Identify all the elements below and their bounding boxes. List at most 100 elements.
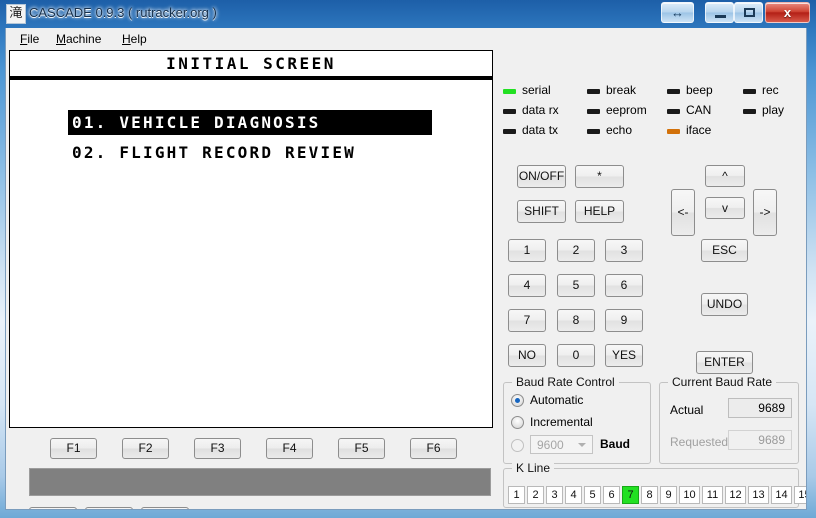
- led-label-can: CAN: [686, 103, 712, 117]
- key-star[interactable]: *: [575, 165, 624, 188]
- nav-left-button[interactable]: <-: [671, 189, 695, 236]
- grab-keyboard-checkbox[interactable]: Grab Keyboard: [287, 509, 386, 510]
- nav-up-button[interactable]: ^: [705, 165, 745, 187]
- k-line-title: K Line: [512, 461, 555, 475]
- key-shift[interactable]: SHIFT: [517, 200, 566, 223]
- key-4[interactable]: 4: [508, 274, 546, 297]
- kline-channel-1[interactable]: 1: [508, 486, 525, 504]
- chevron-down-icon: [578, 443, 586, 447]
- current-baud-rate-group: Current Baud Rate Actual 9689 Requested …: [659, 375, 799, 464]
- radio-automatic[interactable]: [511, 394, 524, 407]
- key-no[interactable]: NO: [508, 344, 546, 367]
- baud-rate-select[interactable]: 9600: [530, 435, 593, 454]
- led-label-eeprom: eeprom: [606, 103, 647, 117]
- fkey-f6[interactable]: F6: [410, 438, 457, 459]
- kline-channel-10[interactable]: 10: [679, 486, 700, 504]
- kline-channel-2[interactable]: 2: [527, 486, 544, 504]
- kline-channel-7[interactable]: 7: [622, 486, 639, 504]
- actual-baud-value: 9689: [728, 398, 792, 418]
- key-0[interactable]: 0: [557, 344, 595, 367]
- baud-rate-control-group: Baud Rate Control Automatic Incremental …: [503, 375, 651, 464]
- led-break: [587, 89, 600, 94]
- maximize-window-button[interactable]: [734, 2, 763, 23]
- grab-keyboard-label: Grab Keyboard: [305, 509, 386, 510]
- key-6[interactable]: 6: [605, 274, 643, 297]
- stop-button[interactable]: STOP: [141, 507, 189, 509]
- display-title-bar: INITIAL SCREEN: [10, 51, 492, 80]
- fkey-f3[interactable]: F3: [194, 438, 241, 459]
- kline-channel-6[interactable]: 6: [603, 486, 620, 504]
- key-5[interactable]: 5: [557, 274, 595, 297]
- led-label-play: play: [762, 103, 785, 117]
- led-data-rx: [503, 109, 516, 114]
- key-onoff[interactable]: ON/OFF: [517, 165, 566, 188]
- lcd-display-panel: INITIAL SCREEN 01. VEHICLE DIAGNOSIS 02.…: [9, 50, 493, 428]
- kline-channel-15[interactable]: 15: [794, 486, 806, 504]
- nav-right-button[interactable]: ->: [753, 189, 777, 236]
- kline-channel-4[interactable]: 4: [565, 486, 582, 504]
- led-can: [667, 109, 680, 114]
- play-button[interactable]: PLAY: [85, 507, 133, 509]
- progress-bar: [29, 468, 491, 496]
- nav-down-button[interactable]: v: [705, 197, 745, 219]
- kline-channel-14[interactable]: 14: [771, 486, 792, 504]
- undo-button[interactable]: UNDO: [701, 293, 748, 316]
- led-play: [743, 109, 756, 114]
- kline-channel-3[interactable]: 3: [546, 486, 563, 504]
- baud-rate-select-value: 9600: [537, 438, 564, 452]
- kline-channel-12[interactable]: 12: [725, 486, 746, 504]
- control-panel: serial data rx data tx break eeprom echo…: [495, 50, 806, 509]
- led-label-serial: serial: [522, 83, 551, 97]
- radio-incremental[interactable]: [511, 416, 524, 429]
- enter-button[interactable]: ENTER: [696, 351, 753, 374]
- key-8[interactable]: 8: [557, 309, 595, 332]
- baud-unit-label: Baud: [600, 437, 630, 451]
- checkbox-box: [287, 509, 300, 510]
- fkey-f2[interactable]: F2: [122, 438, 169, 459]
- menu-help[interactable]: Help: [116, 31, 153, 47]
- led-label-rec: rec: [762, 83, 779, 97]
- kline-channel-9[interactable]: 9: [660, 486, 677, 504]
- led-echo: [587, 129, 600, 134]
- rec-button[interactable]: REC: [29, 507, 77, 509]
- close-icon: x: [783, 5, 792, 20]
- led-label-iface: iface: [686, 123, 712, 137]
- key-yes[interactable]: YES: [605, 344, 643, 367]
- restore-window-button[interactable]: ↔: [661, 2, 694, 23]
- key-1[interactable]: 1: [508, 239, 546, 262]
- key-2[interactable]: 2: [557, 239, 595, 262]
- baud-rate-control-title: Baud Rate Control: [512, 375, 619, 389]
- led-beep: [667, 89, 680, 94]
- led-label-break: break: [606, 83, 637, 97]
- maximize-icon: [744, 8, 755, 17]
- requested-baud-value: 9689: [728, 430, 792, 450]
- led-label-data-tx: data tx: [522, 123, 559, 137]
- close-window-button[interactable]: x: [765, 2, 810, 23]
- fkey-f5[interactable]: F5: [338, 438, 385, 459]
- kline-channel-13[interactable]: 13: [748, 486, 769, 504]
- key-7[interactable]: 7: [508, 309, 546, 332]
- kline-channel-11[interactable]: 11: [702, 486, 723, 504]
- esc-button[interactable]: ESC: [701, 239, 748, 262]
- menu-machine[interactable]: Machine: [50, 31, 107, 47]
- title-bar: 滝 CASCADE 0.9.3 ( rutracker.org ) ↔ x: [0, 0, 816, 28]
- display-menu-item-2[interactable]: 02. FLIGHT RECORD REVIEW: [68, 140, 356, 165]
- kline-channel-8[interactable]: 8: [641, 486, 658, 504]
- key-9[interactable]: 9: [605, 309, 643, 332]
- window-title: CASCADE 0.9.3 ( rutracker.org ): [29, 5, 217, 20]
- display-title: INITIAL SCREEN: [166, 54, 336, 73]
- fkey-f1[interactable]: F1: [50, 438, 97, 459]
- key-3[interactable]: 3: [605, 239, 643, 262]
- display-menu-item-1[interactable]: 01. VEHICLE DIAGNOSIS: [68, 110, 432, 135]
- key-help[interactable]: HELP: [575, 200, 624, 223]
- radio-automatic-label: Automatic: [530, 393, 584, 407]
- led-label-data-rx: data rx: [522, 103, 559, 117]
- radio-manual[interactable]: [511, 439, 524, 452]
- minimize-window-button[interactable]: [705, 2, 734, 23]
- led-label-beep: beep: [686, 83, 713, 97]
- led-eeprom: [587, 109, 600, 114]
- fkey-f4[interactable]: F4: [266, 438, 313, 459]
- menu-file[interactable]: File: [14, 31, 45, 47]
- kline-channel-5[interactable]: 5: [584, 486, 601, 504]
- led-iface: [667, 129, 680, 134]
